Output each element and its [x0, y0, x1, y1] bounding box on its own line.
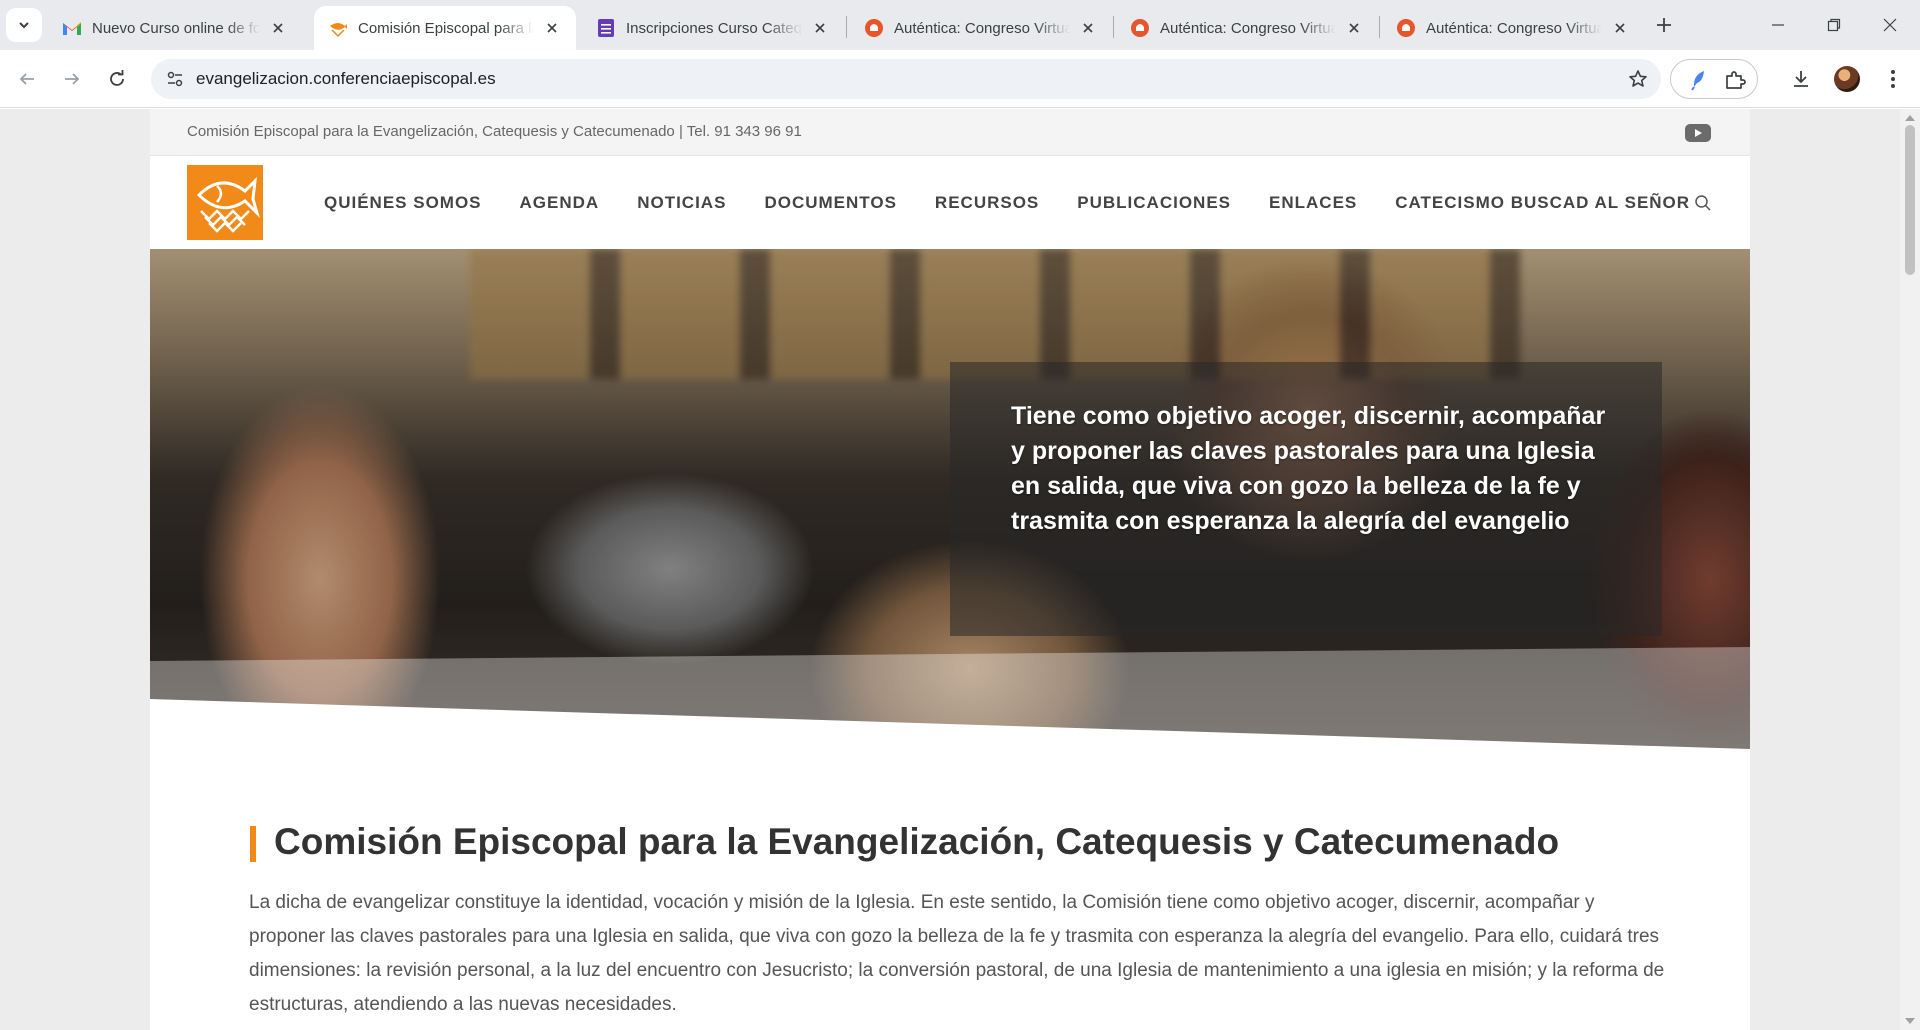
intro-paragraph: La dicha de evangelizar constituye la id…: [249, 892, 1665, 1015]
reload-icon: [110, 70, 124, 86]
hero-wave-divider: [150, 647, 1750, 759]
tab-autentica-2[interactable]: Auténtica: Congreso Virtual: [1116, 6, 1378, 50]
close-icon[interactable]: [810, 18, 830, 38]
reload-button[interactable]: [99, 61, 135, 97]
menu-agenda[interactable]: AGENDA: [520, 193, 600, 213]
site-settings-icon[interactable]: [165, 69, 185, 89]
arrow-left-icon: [19, 73, 34, 85]
tab-title: Comisión Episcopal para la Evangelizació…: [358, 19, 534, 37]
menu-documentos[interactable]: DOCUMENTOS: [764, 193, 896, 213]
tab-title: Auténtica: Congreso Virtual: [1426, 19, 1602, 37]
hero-banner: Tiene como objetivo acoger, discernir, a…: [150, 249, 1750, 759]
download-icon[interactable]: [1788, 66, 1814, 92]
tab-comision[interactable]: Comisión Episcopal para la Evangelizació…: [314, 6, 576, 50]
tab-autentica-3[interactable]: Auténtica: Congreso Virtual: [1382, 6, 1644, 50]
forms-icon: [596, 18, 616, 38]
close-icon[interactable]: [542, 18, 562, 38]
arrow-right-icon: [65, 73, 80, 85]
menu-recursos[interactable]: RECURSOS: [935, 193, 1039, 213]
plus-icon: [1657, 18, 1671, 32]
tab-search-button[interactable]: [6, 8, 42, 42]
scrollbar-thumb[interactable]: [1905, 125, 1915, 275]
minimize-button[interactable]: [1750, 0, 1806, 50]
forward-button[interactable]: [54, 61, 90, 97]
tab-title: Auténtica: Congreso Virtual: [1160, 19, 1336, 37]
site-logo[interactable]: [187, 165, 263, 240]
tab-inscripciones[interactable]: Inscripciones Curso Catequistas: [582, 6, 844, 50]
tab-title: Auténtica: Congreso Virtual: [894, 19, 1070, 37]
feather-extension-icon[interactable]: [1687, 68, 1711, 92]
tab-autentica-1[interactable]: Auténtica: Congreso Virtual: [850, 6, 1112, 50]
restore-icon: [1827, 18, 1841, 32]
autentica-icon: [1396, 18, 1416, 38]
search-icon[interactable]: [1693, 193, 1713, 213]
menu-publicaciones[interactable]: PUBLICACIONES: [1077, 193, 1231, 213]
contact-info: Comisión Episcopal para la Evangelizació…: [187, 123, 802, 140]
new-tab-button[interactable]: [1650, 11, 1678, 39]
page-viewport: Comisión Episcopal para la Evangelizació…: [0, 109, 1900, 1030]
tab-separator: [846, 16, 847, 38]
fish-net-logo-icon: [196, 176, 261, 233]
fish-logo-icon: [328, 18, 348, 38]
site-topbar: Comisión Episcopal para la Evangelizació…: [150, 109, 1750, 156]
menu-catecismo[interactable]: CATECISMO BUSCAD AL SEÑOR: [1395, 193, 1690, 213]
chevron-down-icon: [19, 22, 29, 29]
autentica-icon: [1130, 18, 1150, 38]
autentica-icon: [864, 18, 884, 38]
tab-strip: Nuevo Curso online de formación Comisión…: [0, 0, 1920, 50]
website: Comisión Episcopal para la Evangelizació…: [150, 109, 1750, 1030]
back-button[interactable]: [9, 61, 45, 97]
close-icon[interactable]: [1344, 18, 1364, 38]
profile-avatar[interactable]: [1834, 66, 1860, 92]
menu-noticias[interactable]: NOTICIAS: [637, 193, 726, 213]
tab-title: Nuevo Curso online de formación: [92, 19, 260, 37]
url-text[interactable]: evangelizacion.conferenciaepiscopal.es: [196, 69, 496, 89]
tab-separator: [1113, 16, 1114, 38]
close-window-button[interactable]: [1862, 0, 1918, 50]
youtube-icon[interactable]: [1685, 124, 1711, 142]
gmail-icon: [62, 18, 82, 38]
main-navigation: QUIÉNES SOMOS AGENDA NOTICIAS DOCUMENTOS…: [150, 156, 1750, 249]
tab-gmail[interactable]: Nuevo Curso online de formación: [48, 6, 302, 50]
tab-title: Inscripciones Curso Catequistas: [626, 19, 802, 37]
menu-kebab-icon[interactable]: [1880, 66, 1906, 92]
tab-separator: [1379, 16, 1380, 38]
primary-menu: QUIÉNES SOMOS AGENDA NOTICIAS DOCUMENTOS…: [324, 156, 1728, 249]
minimize-icon: [1772, 24, 1784, 26]
page-title: Comisión Episcopal para la Evangelizació…: [274, 821, 1560, 862]
bookmark-star-icon[interactable]: [1627, 68, 1649, 90]
extensions-puzzle-icon[interactable]: [1723, 68, 1747, 92]
scroll-up-icon[interactable]: [1905, 115, 1915, 121]
scroll-down-icon[interactable]: [1905, 1018, 1915, 1024]
close-icon[interactable]: [1610, 18, 1630, 38]
browser-toolbar: evangelizacion.conferenciaepiscopal.es: [0, 50, 1920, 108]
close-icon[interactable]: [1078, 18, 1098, 38]
extensions-group: [1670, 59, 1758, 99]
menu-quienes-somos[interactable]: QUIÉNES SOMOS: [324, 193, 482, 213]
menu-enlaces[interactable]: ENLACES: [1269, 193, 1357, 213]
close-icon[interactable]: [268, 18, 288, 38]
close-icon: [1883, 18, 1897, 32]
address-bar[interactable]: evangelizacion.conferenciaepiscopal.es: [151, 59, 1661, 99]
title-accent-bar: [250, 826, 256, 862]
restore-button[interactable]: [1806, 0, 1862, 50]
page-scrollbar[interactable]: [1900, 109, 1920, 1030]
